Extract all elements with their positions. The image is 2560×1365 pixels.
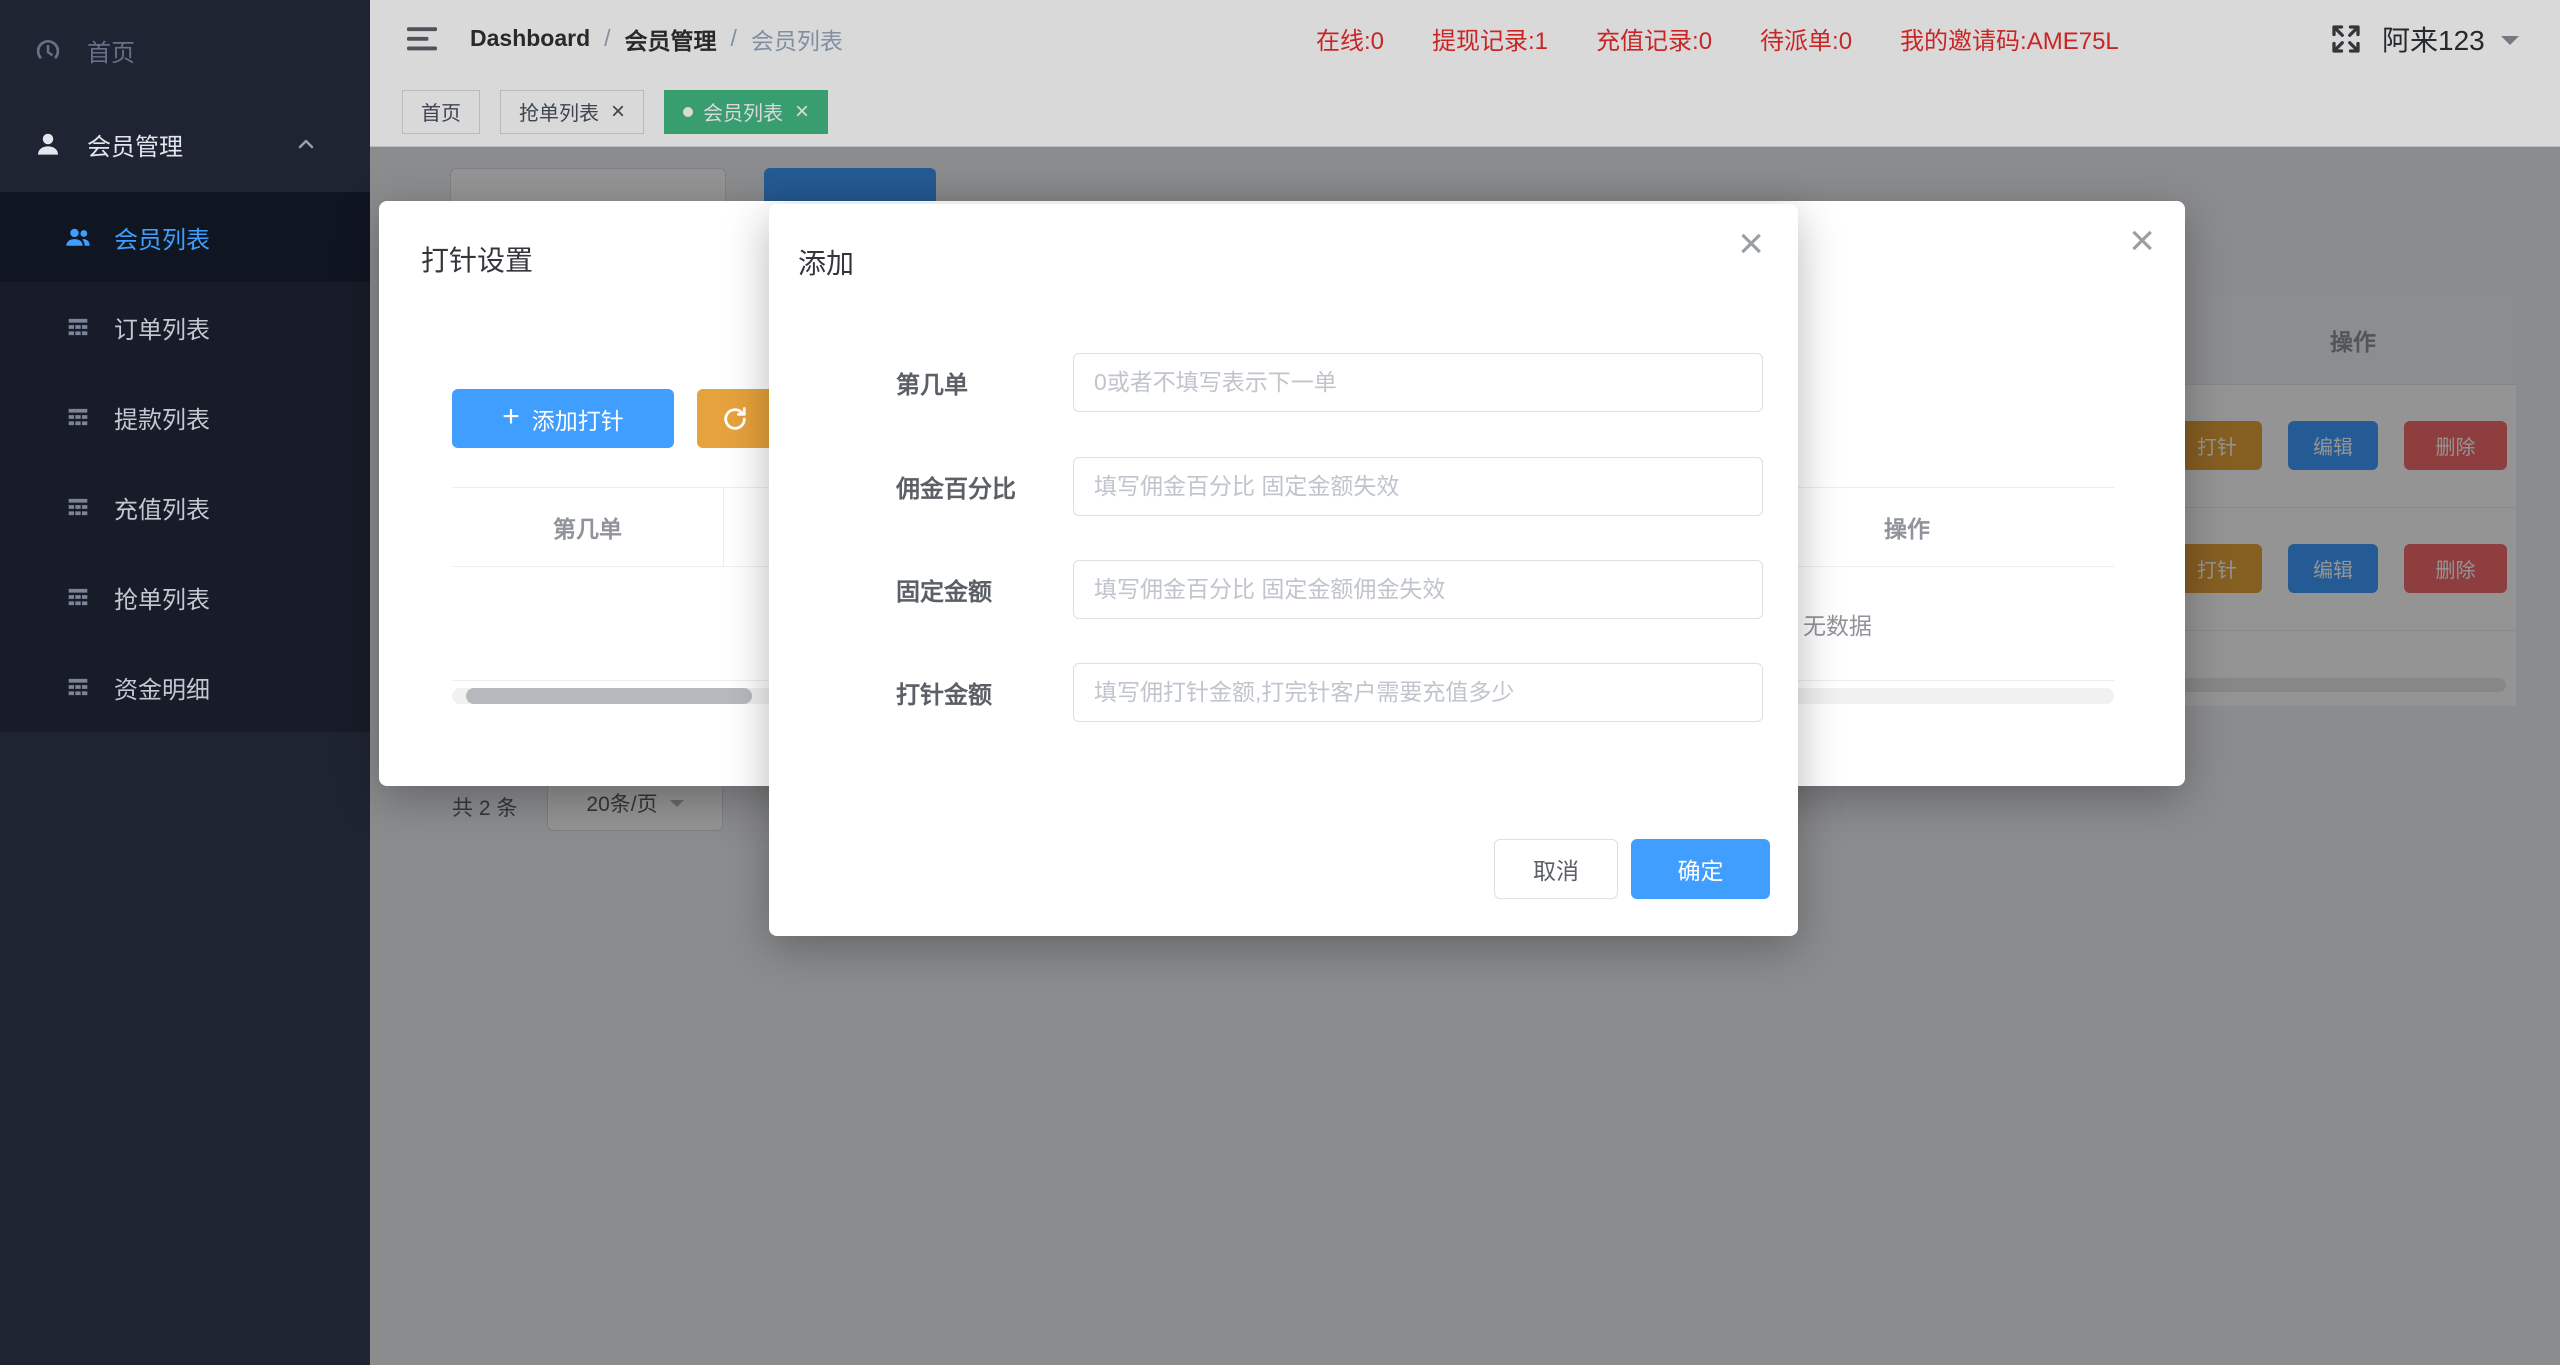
sidebar-item-label: 订单列表 [114,310,210,345]
sidebar-item-label: 首页 [87,33,135,68]
sidebar-item-home[interactable]: 首页 [0,4,370,96]
sidebar-item-label: 提款列表 [114,400,210,435]
sidebar-item-label: 充值列表 [114,490,210,525]
commission-percent-input[interactable] [1073,457,1763,516]
chevron-up-icon [294,132,318,156]
add-inject-label: 添加打针 [532,402,624,436]
user-icon [33,129,63,159]
sidebar-item-recharge-list[interactable]: 充值列表 [0,462,370,552]
sidebar-item-member-list[interactable]: 会员列表 [0,192,370,282]
form-row-commission-percent: 佣金百分比 [769,457,1798,516]
horizontal-scrollbar-thumb[interactable] [466,688,752,704]
sidebar-item-label: 资金明细 [114,670,210,705]
dialog-title: 打针设置 [421,239,533,279]
screen: 首页 会员管理 会员列表 [0,0,2560,1365]
table-icon [64,673,92,701]
field-label: 固定金额 [896,560,992,619]
sidebar-item-withdraw-list[interactable]: 提款列表 [0,372,370,462]
dashboard-icon [33,35,63,65]
form-row-order-number: 第几单 [769,353,1798,412]
sidebar-item-grab-order-list[interactable]: 抢单列表 [0,552,370,642]
table-icon [64,493,92,521]
sidebar-item-label: 抢单列表 [114,580,210,615]
fixed-amount-input[interactable] [1073,560,1763,619]
sidebar-item-label: 会员列表 [114,220,210,255]
add-inject-button[interactable]: + 添加打针 [452,389,674,448]
dialog-title: 添加 [798,242,854,282]
add-dialog: 添加 × 第几单 佣金百分比 固定金额 打针金额 取消 确定 [769,204,1798,936]
inject-amount-input[interactable] [1073,663,1763,722]
cancel-button[interactable]: 取消 [1494,839,1618,899]
sidebar-item-member-management[interactable]: 会员管理 [0,98,370,190]
sidebar-item-label: 会员管理 [87,127,183,162]
table-icon [64,403,92,431]
table-icon [64,313,92,341]
modal-backdrop-top [370,0,2560,147]
field-label: 打针金额 [896,663,992,722]
col-header-order-number: 第几单 [452,488,724,566]
order-number-input[interactable] [1073,353,1763,412]
form-row-fixed-amount: 固定金额 [769,560,1798,619]
sidebar-item-fund-detail[interactable]: 资金明细 [0,642,370,732]
sidebar-item-order-list[interactable]: 订单列表 [0,282,370,372]
sidebar: 首页 会员管理 会员列表 [0,0,370,1365]
close-icon[interactable]: × [2129,219,2155,263]
close-icon[interactable]: × [1738,222,1764,266]
sidebar-submenu: 会员列表 订单列表 提款列表 充值列表 [0,192,370,732]
form-row-inject-amount: 打针金额 [769,663,1798,722]
confirm-button[interactable]: 确定 [1631,839,1770,899]
empty-text: 无数据 [1803,607,1872,641]
field-label: 佣金百分比 [896,457,1016,516]
field-label: 第几单 [896,353,968,412]
users-icon [64,223,92,251]
table-icon [64,583,92,611]
refresh-icon [721,405,749,433]
plus-icon: + [502,402,520,432]
